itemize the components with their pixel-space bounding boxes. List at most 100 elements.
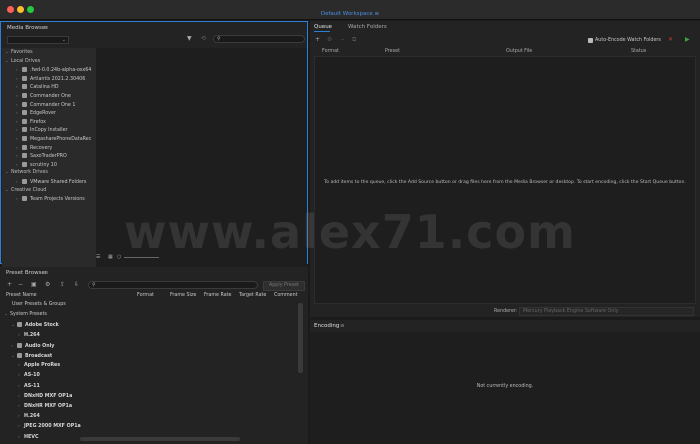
tab-queue[interactable]: Queue: [314, 24, 332, 30]
preset-column-header: Preset Name Format Frame Size Frame Rate Tar…: [0, 293, 308, 302]
settings-icon[interactable]: ⚙: [327, 36, 332, 43]
drive-icon: [22, 93, 27, 98]
tree-item-drive[interactable]: › Catalina HD: [16, 84, 59, 90]
preset-row[interactable]: › H.264: [0, 333, 298, 342]
tree-item-drive[interactable]: › Commander One: [16, 93, 71, 99]
tree-section-header[interactable]: ⌄ Local Drives: [5, 59, 40, 64]
preset-column-frame-size[interactable]: Frame Size: [170, 293, 196, 298]
preset-row[interactable]: ⌄ Broadcast: [0, 353, 298, 362]
add-preset-icon[interactable]: +: [7, 281, 12, 288]
title-bar: Default Workspace ≡: [0, 0, 700, 20]
encoding-title: Encoding: [314, 323, 340, 329]
stop-queue-icon[interactable]: ✕: [668, 36, 673, 43]
new-group-icon[interactable]: ▣: [31, 281, 37, 288]
tree-item-drive[interactable]: › scrutiny 10: [16, 161, 57, 168]
tree-item-drive[interactable]: › SaxoTraderPRO: [16, 153, 67, 159]
preset-row[interactable]: › DNxHR MXF OP1a: [0, 404, 298, 413]
preset-row[interactable]: › H.264: [0, 414, 298, 423]
import-icon[interactable]: ⇪: [60, 281, 65, 288]
preset-row[interactable]: › Apple ProRes: [0, 363, 298, 372]
location-dropdown[interactable]: ⌄: [7, 36, 69, 44]
media-browser-title: Media Browser: [7, 25, 48, 31]
drive-icon: [22, 161, 27, 167]
drive-icon: [22, 110, 27, 116]
panel-menu-icon[interactable]: ≡: [44, 270, 49, 276]
tree-item-drive[interactable]: › VMware Shared Folders: [16, 179, 86, 185]
tab-watch-folders[interactable]: Watch Folders: [348, 24, 387, 30]
preset-row[interactable]: ⌄ Adobe Stock: [0, 322, 298, 331]
drive-icon: [22, 196, 27, 202]
drive-icon: [22, 153, 27, 159]
queue-column-header: Format Preset Output File Status: [314, 49, 696, 56]
settings-icon[interactable]: ⚙: [45, 281, 50, 288]
encoding-panel: Encoding ≡ Not currently encoding.: [310, 320, 700, 444]
duplicate-icon[interactable]: ⧉: [352, 36, 356, 44]
tab-queue-underline: [314, 31, 330, 32]
tree-item-drive[interactable]: › Artlantis 2021.2.30406: [16, 75, 85, 82]
tree-item-drive[interactable]: › Firefox: [16, 118, 46, 125]
drive-icon: [22, 75, 27, 81]
tree-section-header[interactable]: ⌄ Network Drives: [5, 170, 48, 175]
preset-group-icon: [17, 342, 22, 348]
refresh-icon[interactable]: ⟲: [201, 35, 206, 42]
preset-row[interactable]: › AS-10: [0, 373, 298, 382]
preset-browser-title: Preset Browser: [6, 270, 48, 276]
drive-icon: [22, 136, 27, 141]
renderer-dropdown[interactable]: Mercury Playback Engine Software Only: [519, 307, 694, 316]
search-icon: ⚲: [92, 282, 96, 288]
col-output-file: Output File: [506, 49, 533, 54]
encoding-status: Not currently encoding.: [476, 384, 534, 389]
tree-item-drive[interactable]: › Team Projects Versions: [16, 196, 85, 202]
auto-encode-checkbox[interactable]: [588, 38, 593, 43]
preset-row[interactable]: ⌄ System Presets: [0, 312, 298, 321]
drive-icon: [22, 67, 27, 73]
tree-item-drive[interactable]: › InCopy Installer: [16, 127, 68, 133]
panel-menu-icon[interactable]: ≡: [340, 323, 345, 329]
preset-row[interactable]: User Presets & Groups: [0, 302, 298, 311]
tree-item-drive[interactable]: › EdgeRover: [16, 110, 56, 116]
preset-row[interactable]: › AS-11: [0, 384, 298, 393]
tree-section-header[interactable]: ⌄ Creative Cloud: [5, 188, 46, 193]
drive-icon: [22, 118, 27, 124]
tree-item-drive[interactable]: › .fwd-0.0.24b-alpha-osx64: [16, 67, 91, 73]
preset-column-format[interactable]: Format: [137, 293, 154, 298]
preset-list-hscrollbar[interactable]: [80, 437, 240, 441]
drive-icon: [22, 127, 27, 133]
tree-item-drive[interactable]: › MegasharePhoneDataRec: [16, 136, 91, 142]
add-source-icon[interactable]: +: [315, 36, 320, 43]
workspace-menu-icon: ≡: [374, 11, 380, 17]
chevron-down-icon: ⌄: [61, 37, 66, 43]
queue-empty-message: To add items to the queue, click the Add…: [324, 180, 686, 185]
workspace-title[interactable]: Default Workspace ≡: [0, 11, 700, 17]
preset-column-target-rate[interactable]: Target Rate: [239, 293, 266, 298]
preset-column-frame-rate[interactable]: Frame Rate: [204, 293, 231, 298]
drive-icon: [22, 179, 27, 184]
preset-group-icon: [17, 353, 22, 358]
remove-preset-icon[interactable]: −: [18, 281, 23, 288]
panel-menu-icon[interactable]: ≡: [44, 25, 49, 31]
filter-icon[interactable]: ▼: [187, 35, 192, 42]
tree-item-drive[interactable]: › Commander One 1: [16, 101, 75, 108]
tree-section-header[interactable]: ⌄ Favorites: [5, 50, 33, 55]
preset-row[interactable]: › DNxHD MXF OP1a: [0, 394, 298, 403]
remove-icon[interactable]: −: [340, 36, 345, 43]
media-search-input[interactable]: ⚲: [213, 35, 305, 43]
preset-search-input[interactable]: ⚲: [88, 281, 258, 289]
apply-preset-button[interactable]: Apply Preset: [263, 281, 305, 291]
tree-item-drive[interactable]: › Recovery: [16, 144, 52, 151]
preset-list-scrollbar[interactable]: [298, 303, 303, 373]
queue-drop-area[interactable]: To add items to the queue, click the Add…: [314, 56, 696, 304]
col-format: Format: [322, 49, 339, 54]
drive-icon: [22, 101, 27, 107]
preset-list: User Presets & Groups ⌄ System Presets ⌄ Ado…: [0, 302, 300, 444]
watermark: www.alex71.com: [124, 205, 576, 259]
drive-icon: [22, 144, 27, 150]
preset-row[interactable]: › JPEG 2000 MXF OP1a: [0, 424, 298, 433]
preset-column-preset-name[interactable]: Preset Name: [6, 293, 37, 298]
export-icon[interactable]: ⇩: [74, 281, 79, 288]
col-status: Status: [631, 49, 647, 54]
preset-column-comment[interactable]: Comment: [274, 293, 298, 298]
auto-encode-label: Auto-Encode Watch Folders: [595, 38, 661, 43]
preset-row[interactable]: › Audio Only: [0, 342, 298, 352]
start-queue-icon[interactable]: ▶: [685, 36, 690, 43]
